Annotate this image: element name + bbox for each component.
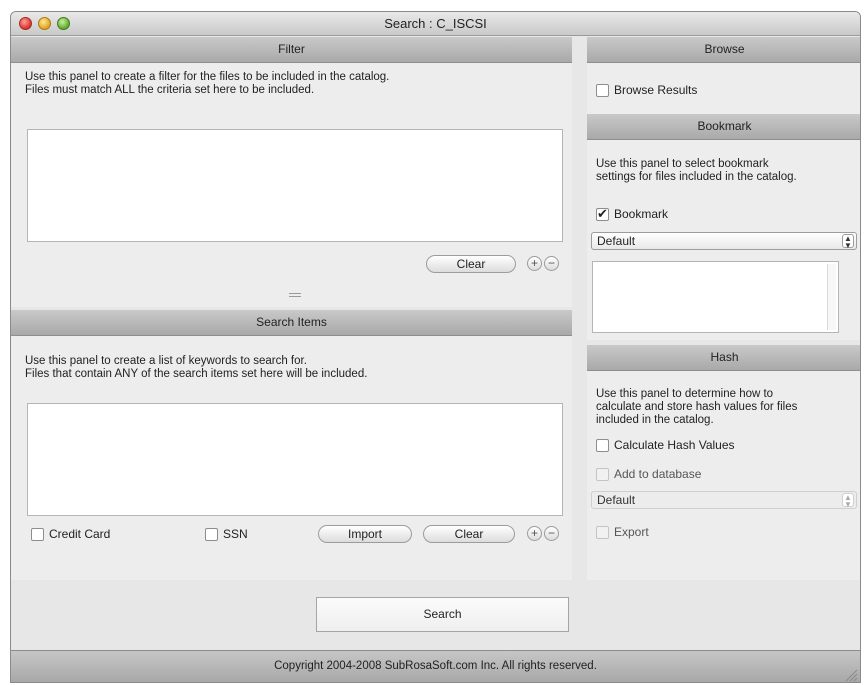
window-title: Search : C_ISCSI: [384, 16, 487, 31]
calculate-hash-checkbox[interactable]: [596, 439, 609, 452]
bookmark-list-scrollbar[interactable]: [827, 264, 836, 330]
title-bar[interactable]: Search : C_ISCSI: [11, 12, 860, 36]
panel-splitter-handle[interactable]: [289, 293, 301, 297]
bookmark-header: Bookmark: [587, 114, 860, 140]
search-items-description: Use this panel to create a list of keywo…: [25, 355, 367, 381]
search-items-add-button[interactable]: +: [527, 526, 542, 541]
select-arrows-icon: ▲ ▼: [842, 234, 854, 250]
hash-select-value: Default: [597, 493, 636, 507]
bookmark-description-line1: Use this panel to select bookmark: [596, 158, 769, 170]
bookmark-panel: Bookmark Use this panel to select bookma…: [587, 114, 860, 340]
filter-description-line2: Files must match ALL the criteria set he…: [25, 84, 315, 96]
hash-description-line2: calculate and store hash values for file…: [596, 401, 798, 413]
browse-results-label[interactable]: Browse Results: [614, 83, 697, 97]
filter-criteria-list[interactable]: [27, 129, 563, 242]
filter-add-button[interactable]: +: [527, 256, 542, 271]
resize-grip-icon[interactable]: [844, 668, 858, 682]
add-to-database-label[interactable]: Add to database: [614, 467, 701, 481]
search-window: Search : C_ISCSI Filter Use this panel t…: [10, 11, 861, 683]
import-button[interactable]: Import: [318, 525, 412, 543]
bookmark-description-line2: settings for files included in the catal…: [596, 171, 797, 183]
bookmark-description: Use this panel to select bookmark settin…: [596, 158, 797, 184]
hash-header: Hash: [587, 345, 860, 371]
calculate-hash-label[interactable]: Calculate Hash Values: [614, 438, 735, 452]
credit-card-label[interactable]: Credit Card: [49, 527, 110, 541]
filter-clear-button[interactable]: Clear: [426, 255, 516, 273]
add-to-database-checkbox[interactable]: [596, 468, 609, 481]
hash-database-select[interactable]: Default ▲ ▼: [591, 491, 857, 509]
bookmark-checkbox[interactable]: [596, 206, 609, 222]
hash-description-line3: included in the catalog.: [596, 414, 714, 426]
browse-panel: Browse Browse Results: [587, 37, 860, 114]
search-items-header: Search Items: [11, 310, 572, 336]
browse-results-checkbox[interactable]: [596, 84, 609, 97]
credit-card-checkbox[interactable]: [31, 528, 44, 541]
bookmark-list[interactable]: [592, 261, 839, 333]
bookmark-label[interactable]: Bookmark: [614, 207, 668, 221]
copyright-text: Copyright 2004-2008 SubRosaSoft.com Inc.…: [274, 660, 597, 672]
search-items-remove-button[interactable]: −: [544, 526, 559, 541]
search-items-clear-button[interactable]: Clear: [423, 525, 515, 543]
ssn-label[interactable]: SSN: [223, 527, 248, 541]
browse-header: Browse: [587, 37, 860, 63]
hash-description-line1: Use this panel to determine how to: [596, 388, 774, 400]
filter-remove-button[interactable]: −: [544, 256, 559, 271]
filter-header: Filter: [11, 37, 572, 63]
hash-description: Use this panel to determine how to calcu…: [596, 388, 797, 427]
search-items-description-line1: Use this panel to create a list of keywo…: [25, 355, 307, 367]
search-items-description-line2: Files that contain ANY of the search ite…: [25, 368, 368, 380]
ssn-checkbox[interactable]: [205, 528, 218, 541]
search-items-panel: Search Items Use this panel to create a …: [11, 310, 572, 580]
bookmark-select[interactable]: Default ▲ ▼: [591, 232, 857, 250]
search-items-list[interactable]: [27, 403, 563, 516]
export-checkbox[interactable]: [596, 526, 609, 539]
filter-description-line1: Use this panel to create a filter for th…: [25, 71, 390, 83]
footer-bar: Copyright 2004-2008 SubRosaSoft.com Inc.…: [11, 650, 860, 682]
filter-panel: Filter Use this panel to create a filter…: [11, 37, 572, 307]
hash-panel: Hash Use this panel to determine how to …: [587, 345, 860, 580]
bookmark-select-value: Default: [597, 234, 636, 248]
search-button[interactable]: Search: [316, 597, 569, 632]
select-arrows-icon: ▲ ▼: [842, 493, 854, 509]
export-label[interactable]: Export: [614, 525, 649, 539]
filter-description: Use this panel to create a filter for th…: [25, 71, 389, 97]
